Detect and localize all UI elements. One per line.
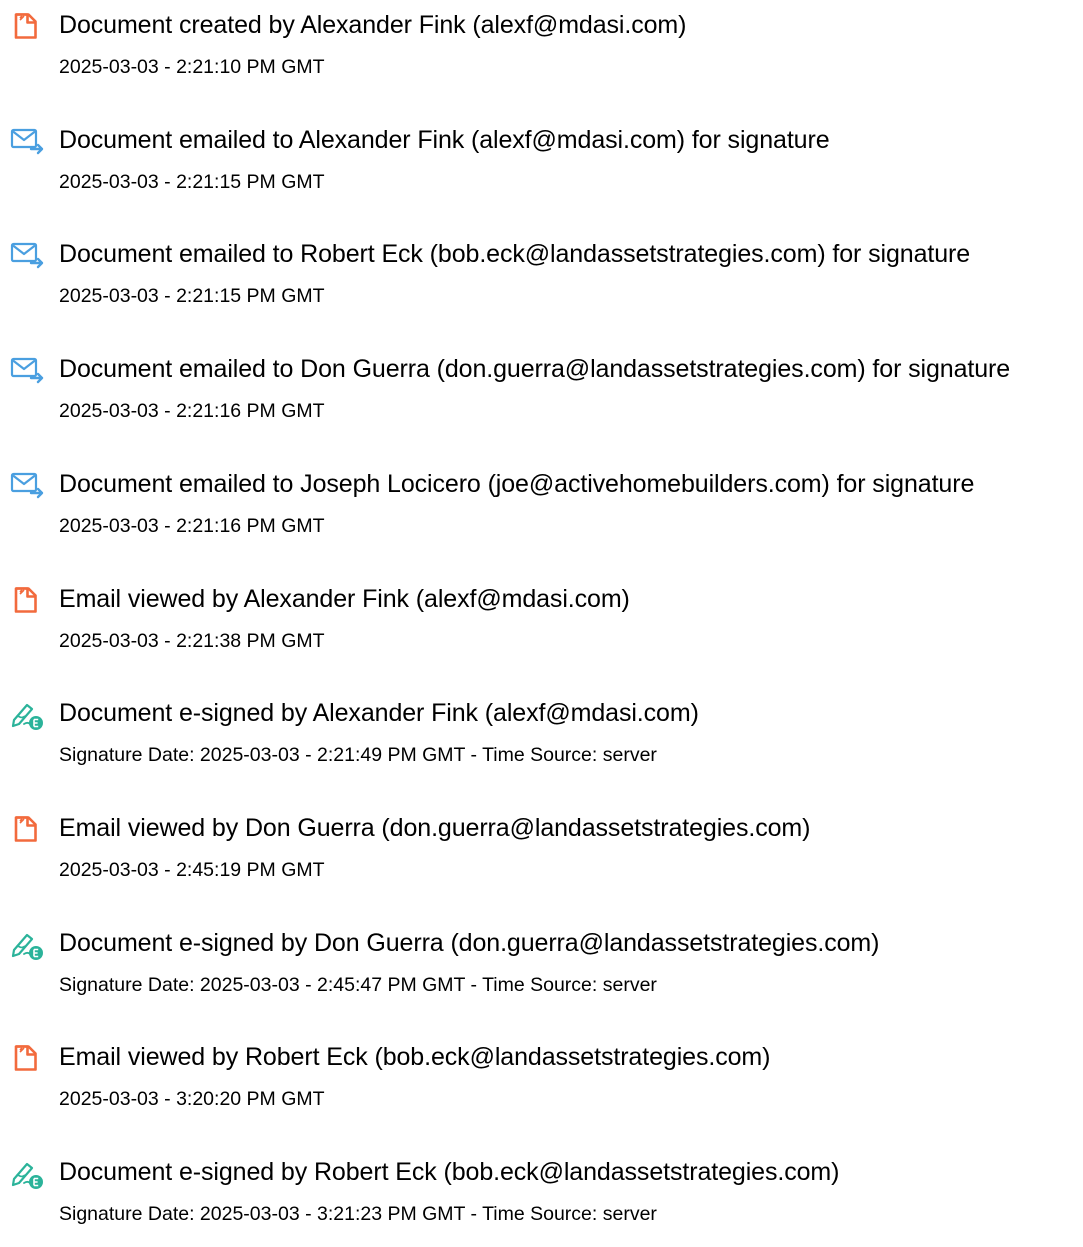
audit-entry: Email viewed by Don Guerra (don.guerra@l… [0, 803, 1083, 903]
audit-entry: Document emailed to Don Guerra (don.guer… [0, 344, 1083, 444]
audit-entry-title: Document created by Alexander Fink (alex… [59, 11, 687, 39]
document-icon [9, 1040, 45, 1076]
audit-entry-timestamp: 2025-03-03 - 3:20:20 PM GMT [59, 1088, 325, 1111]
esign-pen-icon [9, 696, 45, 732]
document-icon [9, 811, 45, 847]
audit-entry-title: Email viewed by Don Guerra (don.guerra@l… [59, 813, 811, 842]
audit-entry-timestamp: 2025-03-03 - 2:21:10 PM GMT [59, 56, 325, 78]
document-icon [9, 8, 45, 44]
esign-pen-icon [9, 926, 45, 962]
audit-entry: Document e-signed by Don Guerra (don.gue… [0, 918, 1083, 1018]
audit-entry-title: Email viewed by Alexander Fink (alexf@md… [59, 584, 630, 613]
email-sent-icon [9, 123, 45, 159]
audit-entry-title: Document emailed to Alexander Fink (alex… [59, 125, 830, 154]
audit-entry-title: Document e-signed by Don Guerra (don.gue… [59, 928, 880, 957]
audit-entry-signature-date: Signature Date: 2025-03-03 - 3:21:23 PM … [59, 1203, 657, 1225]
audit-entry-title: Document emailed to Robert Eck (bob.eck@… [59, 240, 971, 269]
audit-entry-timestamp: 2025-03-03 - 2:21:16 PM GMT [59, 400, 325, 423]
audit-entry: Email viewed by Robert Eck (bob.eck@land… [0, 1032, 1083, 1132]
audit-entry-signature-date: Signature Date: 2025-03-03 - 2:21:49 PM … [59, 744, 657, 767]
audit-entry-title: Document emailed to Joseph Locicero (joe… [59, 469, 975, 498]
audit-entry: Email viewed by Alexander Fink (alexf@md… [0, 574, 1083, 674]
audit-entry: Document emailed to Robert Eck (bob.eck@… [0, 229, 1083, 329]
audit-entry: Document created by Alexander Fink (alex… [0, 0, 1083, 100]
audit-entry-title: Document emailed to Don Guerra (don.guer… [59, 355, 1011, 384]
audit-entry-title: Email viewed by Robert Eck (bob.eck@land… [59, 1043, 771, 1072]
audit-entry: Document e-signed by Alexander Fink (ale… [0, 688, 1083, 788]
audit-entry: Document emailed to Joseph Locicero (joe… [0, 459, 1083, 559]
document-icon [9, 582, 45, 618]
audit-entry-timestamp: 2025-03-03 - 2:21:15 PM GMT [59, 285, 325, 308]
audit-entry-timestamp: 2025-03-03 - 2:21:15 PM GMT [59, 170, 325, 193]
audit-entry-signature-date: Signature Date: 2025-03-03 - 2:45:47 PM … [59, 973, 657, 996]
audit-entry-title: Document e-signed by Alexander Fink (ale… [59, 699, 699, 728]
esign-pen-icon [9, 1155, 45, 1191]
audit-entry-timestamp: 2025-03-03 - 2:45:19 PM GMT [59, 858, 325, 881]
audit-entry: Document e-signed by Robert Eck (bob.eck… [0, 1147, 1083, 1247]
email-sent-icon [9, 467, 45, 503]
email-sent-icon [9, 237, 45, 273]
email-sent-icon [9, 352, 45, 388]
audit-entry-title: Document e-signed by Robert Eck (bob.eck… [59, 1158, 840, 1186]
audit-entry-timestamp: 2025-03-03 - 2:21:16 PM GMT [59, 514, 325, 537]
audit-entry-timestamp: 2025-03-03 - 2:21:38 PM GMT [59, 629, 325, 652]
audit-entry: Document emailed to Alexander Fink (alex… [0, 115, 1083, 215]
